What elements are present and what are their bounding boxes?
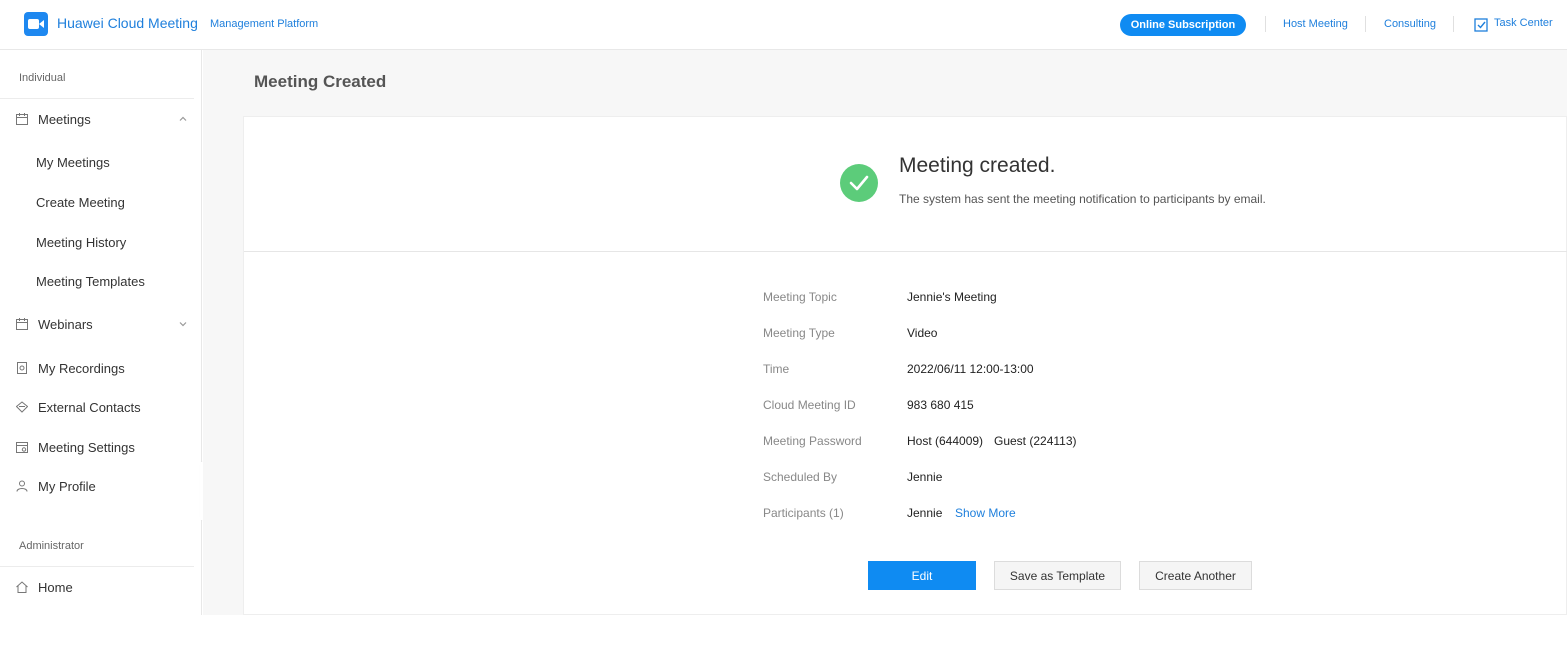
sidebar-item-label: My Profile — [38, 478, 96, 494]
page-title: Meeting Created — [254, 72, 387, 91]
sidebar-item-my-profile[interactable]: My Profile — [0, 471, 200, 501]
header-separator — [1365, 16, 1366, 32]
sidebar-item-home[interactable]: Home — [0, 572, 200, 602]
sidebar-item-label: My Recordings — [38, 360, 125, 376]
result-card: Meeting created. The system has sent the… — [243, 116, 1567, 615]
sidebar-item-meetings[interactable]: Meetings — [0, 104, 200, 134]
home-icon — [16, 581, 28, 593]
sidebar-subitem-meeting-history[interactable]: Meeting History — [36, 235, 126, 250]
sidebar-item-meeting-settings[interactable]: Meeting Settings — [0, 432, 200, 462]
recording-icon — [17, 362, 27, 374]
sidebar-subitem-create-meeting[interactable]: Create Meeting — [36, 195, 125, 210]
cloud-meeting-id-label: Cloud Meeting ID — [763, 398, 856, 412]
edit-button[interactable]: Edit — [868, 561, 976, 590]
meeting-topic-label: Meeting Topic — [763, 290, 837, 304]
divider — [0, 566, 194, 567]
sidebar-item-label: External Contacts — [38, 399, 141, 415]
success-description: The system has sent the meeting notifica… — [899, 192, 1266, 206]
host-meeting-link[interactable]: Host Meeting — [1283, 18, 1348, 30]
time-value: 2022/06/11 12:00-13:00 — [907, 362, 1034, 376]
participants-label: Participants (1) — [763, 506, 844, 520]
create-another-button[interactable]: Create Another — [1139, 561, 1252, 590]
sidebar-item-external-contacts[interactable]: External Contacts — [0, 392, 200, 422]
user-icon — [16, 480, 28, 492]
sidebar-subitem-my-meetings[interactable]: My Meetings — [36, 155, 110, 170]
sidebar-item-recordings[interactable]: My Recordings — [0, 353, 200, 383]
divider — [0, 98, 194, 99]
sidebar-item-label: Home — [38, 579, 73, 595]
success-check-icon — [840, 164, 878, 202]
divider — [244, 251, 1567, 252]
sidebar-item-label: Meeting Settings — [38, 439, 135, 455]
calendar-icon — [16, 318, 28, 330]
calendar-icon — [16, 113, 28, 125]
sidebar-item-webinars[interactable]: Webinars — [0, 309, 200, 339]
success-title: Meeting created. — [899, 154, 1056, 177]
scheduled-by-label: Scheduled By — [763, 470, 838, 484]
meeting-topic-value: Jennie's Meeting — [907, 290, 997, 304]
sidebar: Individual Meetings My Meetings Create M… — [0, 50, 202, 615]
top-header: Huawei Cloud Meeting Management Platform… — [0, 0, 1567, 50]
consulting-link[interactable]: Consulting — [1384, 18, 1436, 30]
participants-value: Jennie — [907, 506, 943, 520]
cloud-meeting-id-value: 983 680 415 — [907, 398, 974, 412]
app-name[interactable]: Huawei Cloud Meeting — [57, 15, 198, 31]
meeting-type-label: Meeting Type — [763, 326, 835, 340]
scheduled-by-value: Jennie — [907, 470, 943, 484]
video-camera-icon[interactable] — [24, 12, 48, 36]
calendar-settings-icon — [16, 442, 28, 453]
chevron-down-icon[interactable] — [178, 319, 188, 329]
app-subtitle: Management Platform — [210, 18, 319, 30]
meeting-password-label: Meeting Password — [763, 434, 862, 448]
header-separator — [1453, 16, 1454, 32]
section-label-individual: Individual — [19, 72, 66, 84]
show-more-link[interactable]: Show More — [955, 506, 1016, 520]
chevron-up-icon[interactable] — [178, 114, 188, 124]
section-label-administrator: Administrator — [19, 540, 84, 552]
sidebar-item-label: Meetings — [38, 111, 91, 127]
meeting-type-value: Video — [907, 326, 938, 340]
save-as-template-button[interactable]: Save as Template — [994, 561, 1121, 590]
header-separator — [1265, 16, 1266, 32]
task-check-icon[interactable] — [1474, 17, 1489, 32]
host-password-value: Host (644009) — [907, 434, 984, 448]
sidebar-subitem-meeting-templates[interactable]: Meeting Templates — [36, 274, 145, 289]
guest-password-value: Guest (224113) — [994, 434, 1077, 448]
task-center-link[interactable]: Task Center — [1494, 17, 1553, 29]
main-content: Meeting Created Meeting created. The sys… — [203, 50, 1567, 615]
time-label: Time — [763, 362, 790, 376]
sidebar-item-label: Webinars — [38, 316, 93, 332]
contacts-icon — [16, 401, 28, 413]
online-subscription-button[interactable]: Online Subscription — [1120, 14, 1246, 36]
